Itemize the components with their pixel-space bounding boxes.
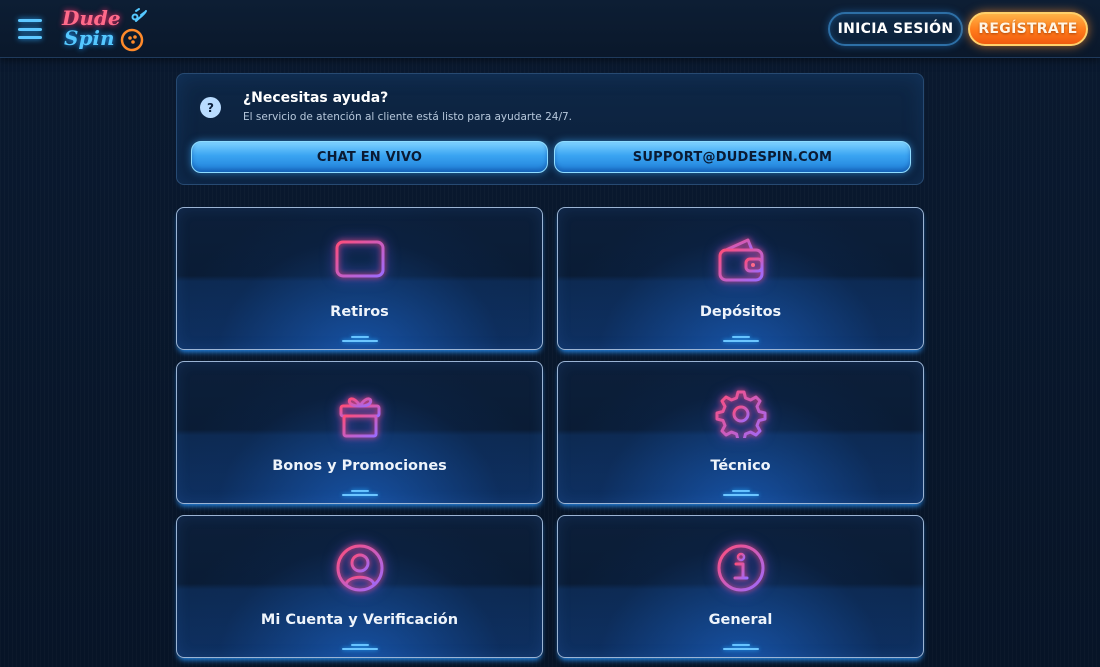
category-card-depositos[interactable]: Depósitos xyxy=(557,207,924,350)
category-card-general[interactable]: General xyxy=(557,515,924,658)
support-email-button[interactable]: SUPPORT@DUDESPIN.COM xyxy=(554,141,911,173)
live-chat-button[interactable]: CHAT EN VIVO xyxy=(191,141,548,173)
login-button[interactable]: INICIA SESIÓN xyxy=(828,12,963,46)
help-panel: ? ¿Necesitas ayuda? El servicio de atenc… xyxy=(176,73,924,185)
category-label: General xyxy=(708,612,773,628)
top-header: Dude Spin INICIA SESIÓN REGÍSTRATE xyxy=(0,0,1100,58)
category-card-retiros[interactable]: Retiros xyxy=(176,207,543,350)
question-icon: ? xyxy=(200,97,221,118)
help-title: ¿Necesitas ayuda? xyxy=(243,90,389,106)
credit-card-icon xyxy=(333,236,387,284)
category-label: Retiros xyxy=(330,304,389,320)
info-icon xyxy=(714,544,768,592)
dudespin-logo[interactable]: Dude Spin xyxy=(58,5,154,55)
register-button[interactable]: REGÍSTRATE xyxy=(968,12,1088,46)
category-label: Bonos y Promociones xyxy=(272,458,447,474)
page: Dude Spin INICIA SESIÓN REGÍSTRATE ? ¿Ne… xyxy=(0,0,1100,667)
category-label: Mi Cuenta y Verificación xyxy=(260,612,459,628)
gear-icon xyxy=(714,390,768,438)
bowling-ball-icon xyxy=(120,8,147,52)
user-profile-icon xyxy=(333,544,387,592)
card-indicator xyxy=(722,644,759,650)
wallet-icon xyxy=(714,236,768,284)
card-indicator xyxy=(341,644,378,650)
category-card-mi-cuenta[interactable]: Mi Cuenta y Verificación xyxy=(176,515,543,658)
help-subtitle: El servicio de atención al cliente está … xyxy=(243,111,573,123)
category-label: Técnico xyxy=(710,458,771,474)
card-indicator xyxy=(341,490,378,496)
card-indicator xyxy=(722,336,759,342)
card-indicator xyxy=(341,336,378,342)
category-card-tecnico[interactable]: Técnico xyxy=(557,361,924,504)
hamburger-menu-icon[interactable] xyxy=(18,19,42,39)
card-indicator xyxy=(722,490,759,496)
gift-icon xyxy=(333,390,387,438)
category-label: Depósitos xyxy=(699,304,782,320)
category-card-bonos[interactable]: Bonos y Promociones xyxy=(176,361,543,504)
